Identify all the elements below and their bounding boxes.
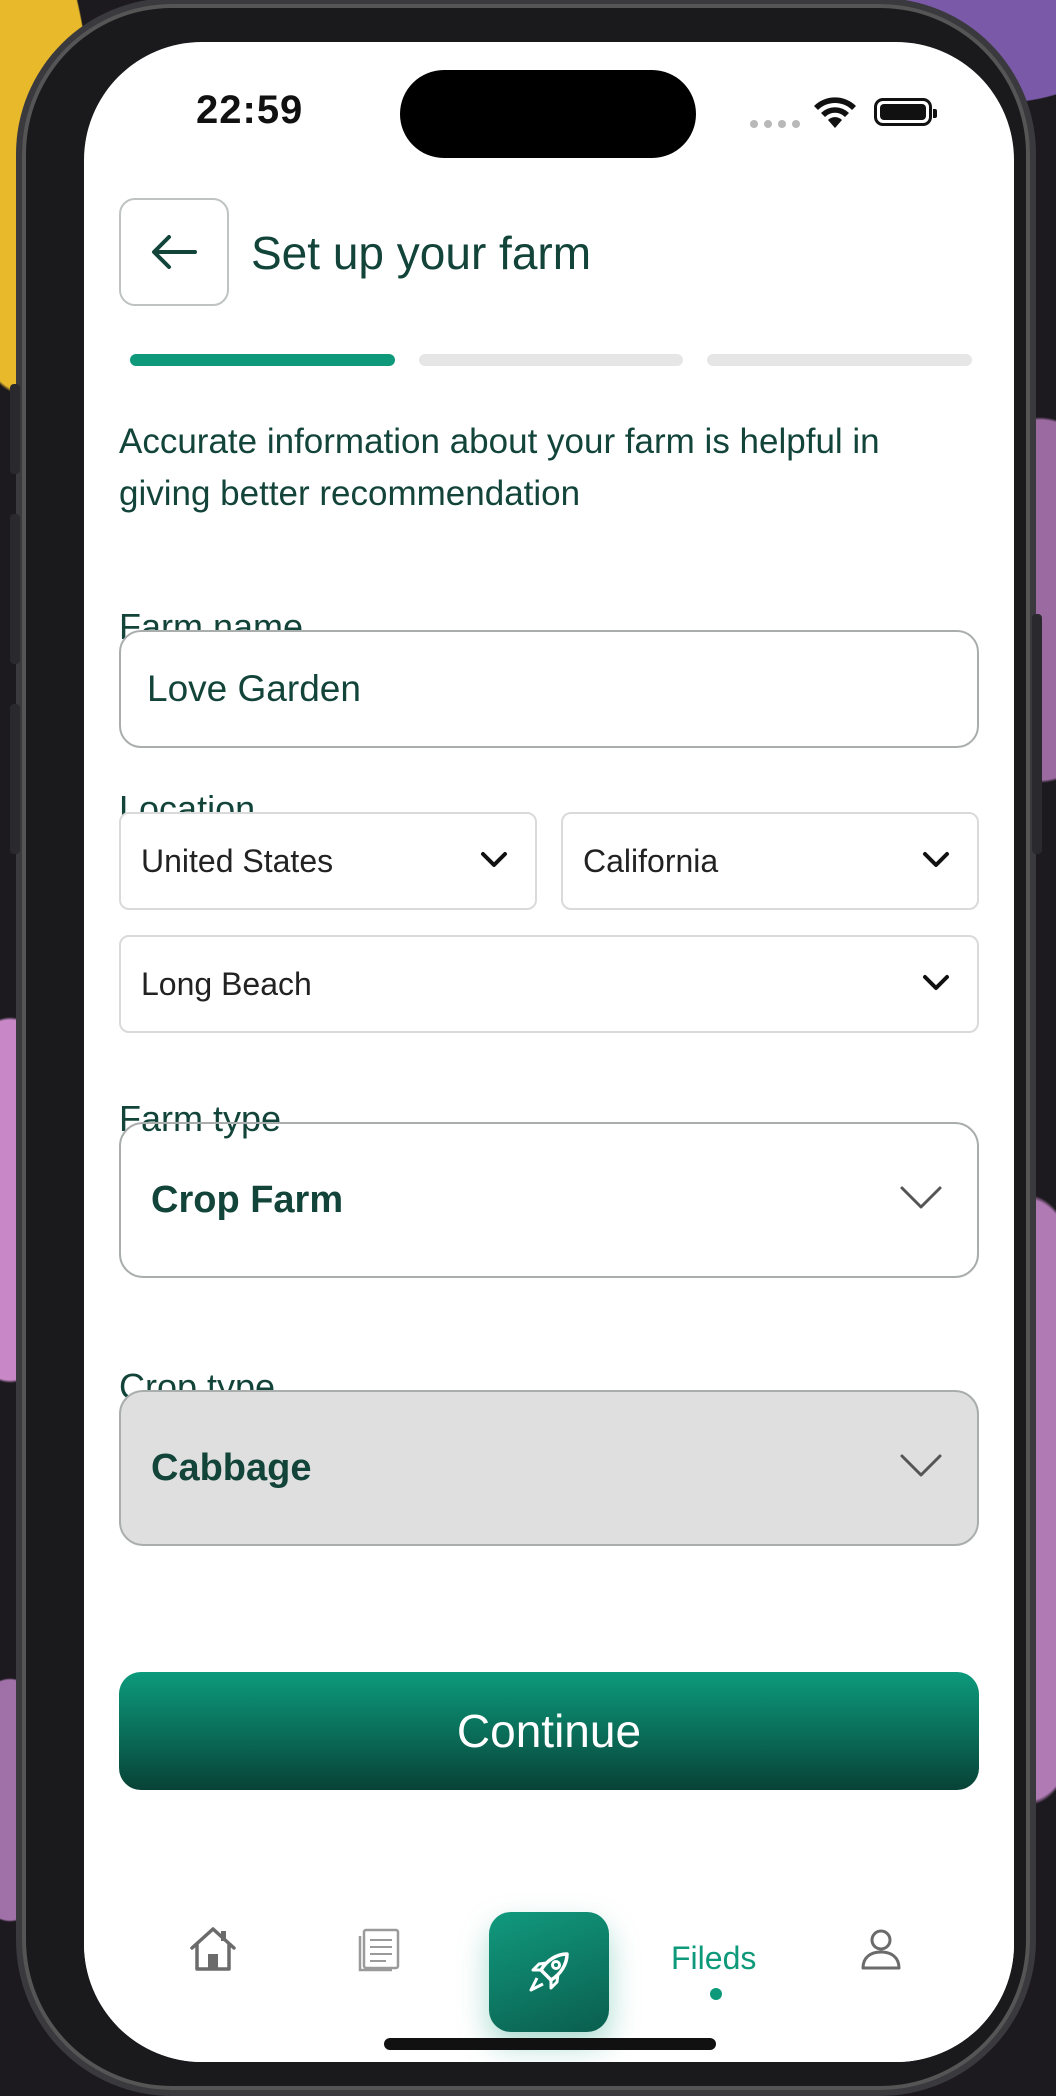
crop-type-select[interactable]: Cabbage — [119, 1390, 979, 1546]
dynamic-island — [400, 70, 696, 158]
farm-name-field[interactable]: Love Garden — [119, 630, 979, 748]
country-select[interactable]: United States — [119, 812, 537, 910]
progress-step-3 — [707, 354, 973, 366]
progress-step-2 — [418, 354, 684, 366]
chevron-down-icon — [481, 852, 507, 867]
home-indicator[interactable] — [384, 2038, 716, 2050]
side-button — [10, 384, 20, 474]
continue-button[interactable]: Continue — [119, 1672, 979, 1790]
intro-text: Accurate information about your farm is … — [119, 422, 880, 513]
farm-type-value: Crop Farm — [151, 1178, 344, 1221]
step-progress — [130, 354, 973, 366]
tab-fields-label[interactable]: Fileds — [671, 1940, 756, 1977]
home-icon[interactable] — [188, 1924, 238, 1974]
rocket-icon — [529, 1952, 569, 1992]
screen: 22:59 Set up your farm Accurate informat… — [84, 42, 1014, 2062]
crop-type-value: Cabbage — [151, 1446, 312, 1489]
phone-frame: 22:59 Set up your farm Accurate informat… — [10, 4, 1042, 2090]
chevron-down-icon — [923, 975, 949, 990]
country-value: United States — [141, 842, 334, 879]
progress-step-1 — [130, 354, 395, 366]
farm-type-select[interactable]: Crop Farm — [119, 1122, 979, 1278]
user-icon[interactable] — [856, 1924, 906, 1974]
city-select[interactable]: Long Beach — [119, 935, 979, 1033]
state-value: California — [583, 842, 719, 879]
chevron-down-icon — [900, 1186, 942, 1209]
city-value: Long Beach — [141, 965, 312, 1002]
side-button — [10, 704, 20, 854]
back-button[interactable] — [119, 198, 229, 306]
tab-bar: Fileds — [84, 1842, 1014, 2062]
state-select[interactable]: California — [561, 812, 979, 910]
wifi-icon — [814, 97, 856, 128]
status-time: 22:59 — [196, 88, 304, 132]
side-button — [1032, 614, 1042, 854]
chevron-down-icon — [923, 852, 949, 867]
farm-name-value: Love Garden — [147, 668, 361, 709]
rocket-button[interactable] — [489, 1912, 609, 2032]
signal-icon — [750, 120, 800, 128]
arrow-left-icon — [152, 235, 197, 269]
battery-icon — [874, 98, 937, 126]
side-button — [10, 514, 20, 664]
page-title: Set up your farm — [251, 227, 592, 279]
header: Set up your farm — [119, 198, 979, 308]
document-icon[interactable] — [354, 1924, 404, 1974]
chevron-down-icon — [900, 1454, 942, 1477]
active-tab-dot — [710, 1988, 722, 2000]
